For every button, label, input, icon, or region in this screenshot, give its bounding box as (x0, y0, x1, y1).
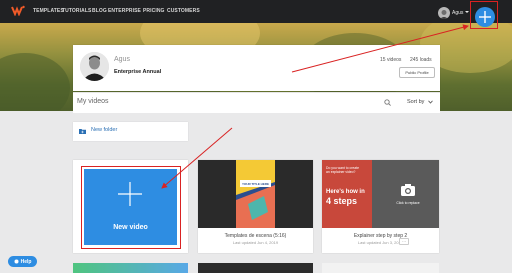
profile-avatar (80, 52, 109, 81)
annotation-highlight-box (470, 1, 498, 29)
nav-link-enterprise[interactable]: ENTERPRISE (108, 8, 141, 14)
public-profile-button[interactable]: Public Profile (399, 67, 435, 78)
video-thumbnail[interactable]: YOUR TITLE HERE (198, 160, 313, 228)
thumbnail-question-2: an explainer video? (326, 170, 356, 174)
nav-link-pricing[interactable]: PRICING (143, 8, 165, 14)
chevron-down-icon[interactable] (428, 100, 433, 104)
video-date: Last updated Jun 3, 2019 (357, 240, 404, 245)
nav-link-customers[interactable]: CUSTOMERS (167, 8, 200, 14)
chevron-down-icon[interactable] (465, 11, 469, 13)
help-button[interactable]: Help (8, 256, 37, 267)
help-label: Help (20, 258, 32, 265)
videos-count: 15 videos (380, 57, 402, 63)
thumbnail-heading: Here's how in (326, 189, 365, 195)
user-avatar[interactable] (438, 7, 450, 19)
nav-link-blog[interactable]: BLOG (92, 8, 107, 14)
video-card[interactable] (198, 263, 313, 273)
nav-link-templates[interactable]: TEMPLATES (33, 8, 64, 14)
nav-link-tutorials[interactable]: TUTORIALS (62, 8, 91, 14)
search-icon[interactable] (384, 99, 391, 106)
username-label[interactable]: Agus (452, 10, 463, 16)
video-title[interactable]: Templates de escena (5:16) (198, 233, 313, 239)
loads-count: 245 loads (410, 57, 432, 63)
chat-icon (14, 259, 19, 264)
video-card[interactable] (322, 263, 439, 273)
video-card[interactable] (73, 263, 188, 273)
app-logo-icon[interactable] (11, 5, 25, 16)
thumbnail-text: YOUR TITLE HERE (242, 182, 269, 186)
section-title: My videos (77, 98, 109, 105)
profile-card (73, 45, 440, 91)
sort-dropdown[interactable]: Sort by (407, 99, 424, 105)
plan-label: Enterprise Annual (114, 69, 162, 75)
annotation-highlight-box (81, 166, 181, 249)
video-thumbnail[interactable]: Do you want to create an explainer video… (322, 160, 439, 228)
folder-plus-icon[interactable] (79, 128, 86, 134)
new-folder-label[interactable]: New folder (91, 127, 117, 133)
replace-hint[interactable]: Click to replace (396, 201, 419, 205)
video-date: Last updated Jun 4, 2019 (232, 240, 279, 245)
profile-name: Agus (114, 56, 130, 63)
video-title[interactable]: Explainer step by step 2 (322, 233, 439, 239)
thumbnail-heading-2: 4 steps (326, 196, 357, 206)
more-options-icon[interactable]: ··· (399, 238, 409, 245)
